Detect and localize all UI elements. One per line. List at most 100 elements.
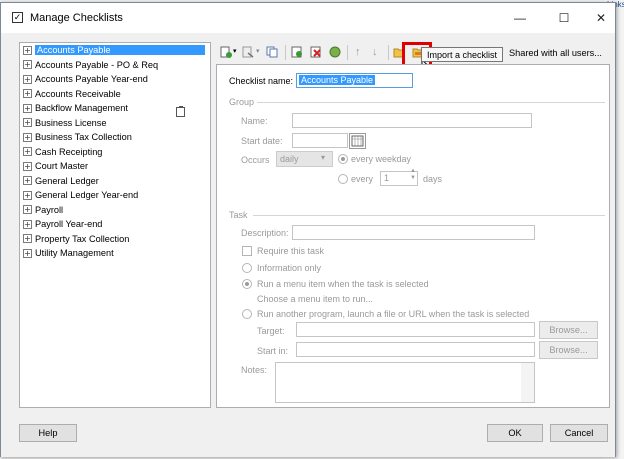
target-label: Target: [257,326,285,336]
tree-item-label: Business Tax Collection [35,132,132,143]
expand-icon[interactable]: + [23,176,32,186]
run-menu-item-radio[interactable] [242,279,252,289]
tree-item-label: Backflow Management [35,103,128,114]
tree-item-label: Accounts Payable Year-end [35,74,148,85]
delete-icon[interactable] [310,46,322,58]
tree-item-label: General Ledger Year-end [35,190,139,201]
tree-item[interactable]: + Accounts Payable [20,43,210,58]
group-section-heading: Group [229,97,255,107]
start-in-field[interactable] [296,342,535,357]
tree-item[interactable]: + General Ledger Year-end [20,188,210,203]
tree-item-label: General Ledger [35,175,99,186]
occurs-label: Occurs [241,155,270,165]
information-only-label: Information only [257,263,322,273]
expand-icon[interactable]: + [23,248,32,258]
expand-icon[interactable]: + [23,132,32,142]
target-browse-button[interactable]: Browse... [539,321,598,339]
start-date-field[interactable] [292,133,348,148]
toolbar-separator [285,45,286,60]
tree-item[interactable]: + Utility Management [20,246,210,261]
ok-button[interactable]: OK [487,424,543,442]
expand-icon[interactable]: + [23,118,32,128]
tree-item[interactable]: + Cash Receipting [20,145,210,160]
minimize-button[interactable]: — [513,11,527,25]
tree-item[interactable]: + Business License [20,116,210,131]
checklist-icon: ✓ [12,12,23,23]
close-button[interactable]: ✕ [594,11,608,25]
maximize-button[interactable]: ☐ [557,11,571,25]
every-weekday-label: every weekday [351,154,412,164]
help-button[interactable]: Help [19,424,77,442]
every-n-days-radio[interactable] [338,174,348,184]
tree-item[interactable]: + Accounts Payable - PO & Req [20,58,210,73]
group-name-label: Name: [241,116,268,126]
stepper-arrows-icon[interactable]: ▲ ▼ [410,168,416,182]
expand-icon[interactable]: + [23,234,32,244]
move-up-icon[interactable]: ↑ [355,46,361,58]
expand-icon[interactable]: + [23,45,32,55]
tree-item-label: Property Tax Collection [35,233,130,244]
expand-icon[interactable]: + [23,89,32,99]
days-label: days [423,174,443,184]
require-task-label: Require this task [257,246,325,256]
new-icon[interactable] [220,46,232,58]
cancel-button[interactable]: Cancel [550,424,608,442]
tree-item[interactable]: + Accounts Receivable [20,87,210,102]
properties-dropdown-arrow-icon[interactable]: ▾ [256,47,260,55]
description-field[interactable] [292,225,535,240]
tree-item-label: Business License [35,117,107,128]
group-name-field[interactable] [292,113,532,128]
information-only-radio[interactable] [242,263,252,273]
notes-label: Notes: [241,365,268,375]
new-dropdown-arrow-icon[interactable]: ▾ [233,47,237,55]
tree-item[interactable]: + Court Master [20,159,210,174]
choose-menu-item-link[interactable]: Choose a menu item to run... [257,294,373,304]
properties-icon[interactable] [242,46,254,58]
add-task-icon[interactable] [291,46,303,58]
tree-item-label: Court Master [35,161,89,172]
tree-item[interactable]: + Accounts Payable Year-end [20,72,210,87]
notes-field[interactable] [275,362,535,403]
notes-scrollbar[interactable] [521,363,534,402]
expand-icon[interactable]: + [23,205,32,215]
tree-item-label: Payroll Year-end [35,219,103,230]
occurs-dropdown[interactable]: daily ▾ [276,151,333,167]
manage-checklists-dialog: ✓ Manage Checklists — ☐ ✕ + Accounts Paya… [0,2,616,457]
expand-icon[interactable]: + [23,74,32,84]
expand-icon[interactable]: + [23,219,32,229]
target-field[interactable] [296,322,535,337]
tree-item[interactable]: + Property Tax Collection [20,232,210,247]
description-label: Description: [241,228,289,238]
checklist-tree[interactable]: + Accounts Payable + Accounts Payable - PO … [19,42,211,408]
expand-icon[interactable]: + [23,103,32,113]
task-divider [253,215,605,216]
move-down-icon[interactable]: ↓ [372,46,378,58]
tree-item-label: Accounts Payable [35,45,205,56]
tree-item[interactable]: + Business Tax Collection [20,130,210,145]
title-bar: ✓ Manage Checklists — ☐ ✕ [1,3,615,33]
tree-item[interactable]: + Payroll Year-end [20,217,210,232]
tree-item-label: Payroll [35,204,64,215]
expand-icon[interactable]: + [23,60,32,70]
expand-icon[interactable]: + [23,147,32,157]
tree-item[interactable]: + Payroll [20,203,210,218]
tree-item[interactable]: + General Ledger [20,174,210,189]
every-label: every [351,174,374,184]
check-icon[interactable] [329,46,341,58]
shared-with-all-users-link[interactable]: Shared with all users... [509,48,602,58]
checklist-name-field[interactable]: Accounts Payable [296,73,413,88]
start-in-browse-button[interactable]: Browse... [539,341,598,359]
expand-icon[interactable]: + [23,190,32,200]
expand-icon[interactable]: + [23,161,32,171]
tree-item-label: Utility Management [35,248,114,259]
every-weekday-radio[interactable] [338,154,348,164]
dropdown-arrow-icon: ▾ [321,153,326,162]
require-task-checkbox[interactable] [242,246,252,256]
run-program-label: Run another program, launch a file or UR… [257,309,530,319]
copy-icon[interactable] [266,46,278,58]
run-program-radio[interactable] [242,309,252,319]
calendar-icon[interactable] [349,133,366,149]
window-title: Manage Checklists [30,12,123,24]
checklist-name-value: Accounts Payable [299,75,376,85]
tree-item-label: Cash Receipting [35,146,103,157]
